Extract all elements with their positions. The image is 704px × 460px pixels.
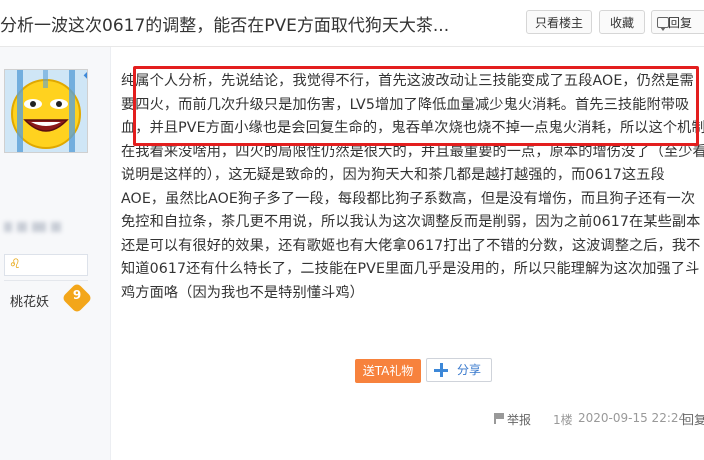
author-sidebar: 楼主 ♌ 桃花妖 9 <box>0 47 111 460</box>
share-button-label: 分享 <box>457 363 482 377</box>
avatar-smiley-icon <box>5 70 87 152</box>
report-label: 举报 <box>507 413 532 427</box>
reply-button[interactable]: 回复 <box>651 10 704 34</box>
reply-link[interactable]: 回复 <box>682 411 704 428</box>
only-op-button[interactable]: 只看楼主 <box>526 10 592 34</box>
reply-button-label: 回复 <box>668 16 693 30</box>
member-tag-name: 桃花妖 <box>10 295 50 310</box>
favorite-button[interactable]: 收藏 <box>599 10 645 34</box>
report-link[interactable]: 举报 <box>494 411 532 428</box>
post-date: 2020-09-15 22:24 <box>578 411 687 425</box>
plus-icon <box>434 363 448 377</box>
thread-header: 分析一波这次0617的调整，能否在PVE方面取代狗天大茶... 只看楼主 收藏 … <box>0 0 704 47</box>
author-name-blurred[interactable] <box>4 217 80 232</box>
share-button[interactable]: 分享 <box>426 358 492 382</box>
level-number: 9 <box>72 288 82 302</box>
reply-icon <box>657 17 669 31</box>
highlight-box <box>133 66 699 146</box>
member-tag[interactable]: 桃花妖 9 <box>4 282 93 314</box>
send-gift-button[interactable]: 送TA礼物 <box>355 359 421 383</box>
zodiac-badge: ♌ <box>4 254 88 276</box>
thread-title: 分析一波这次0617的调整，能否在PVE方面取代狗天大茶... <box>0 16 450 36</box>
leo-icon: ♌ <box>9 257 21 272</box>
floor-number: 1楼 <box>553 413 573 427</box>
divider <box>4 280 88 281</box>
avatar[interactable]: 楼主 <box>4 69 88 153</box>
flag-icon <box>494 413 504 424</box>
